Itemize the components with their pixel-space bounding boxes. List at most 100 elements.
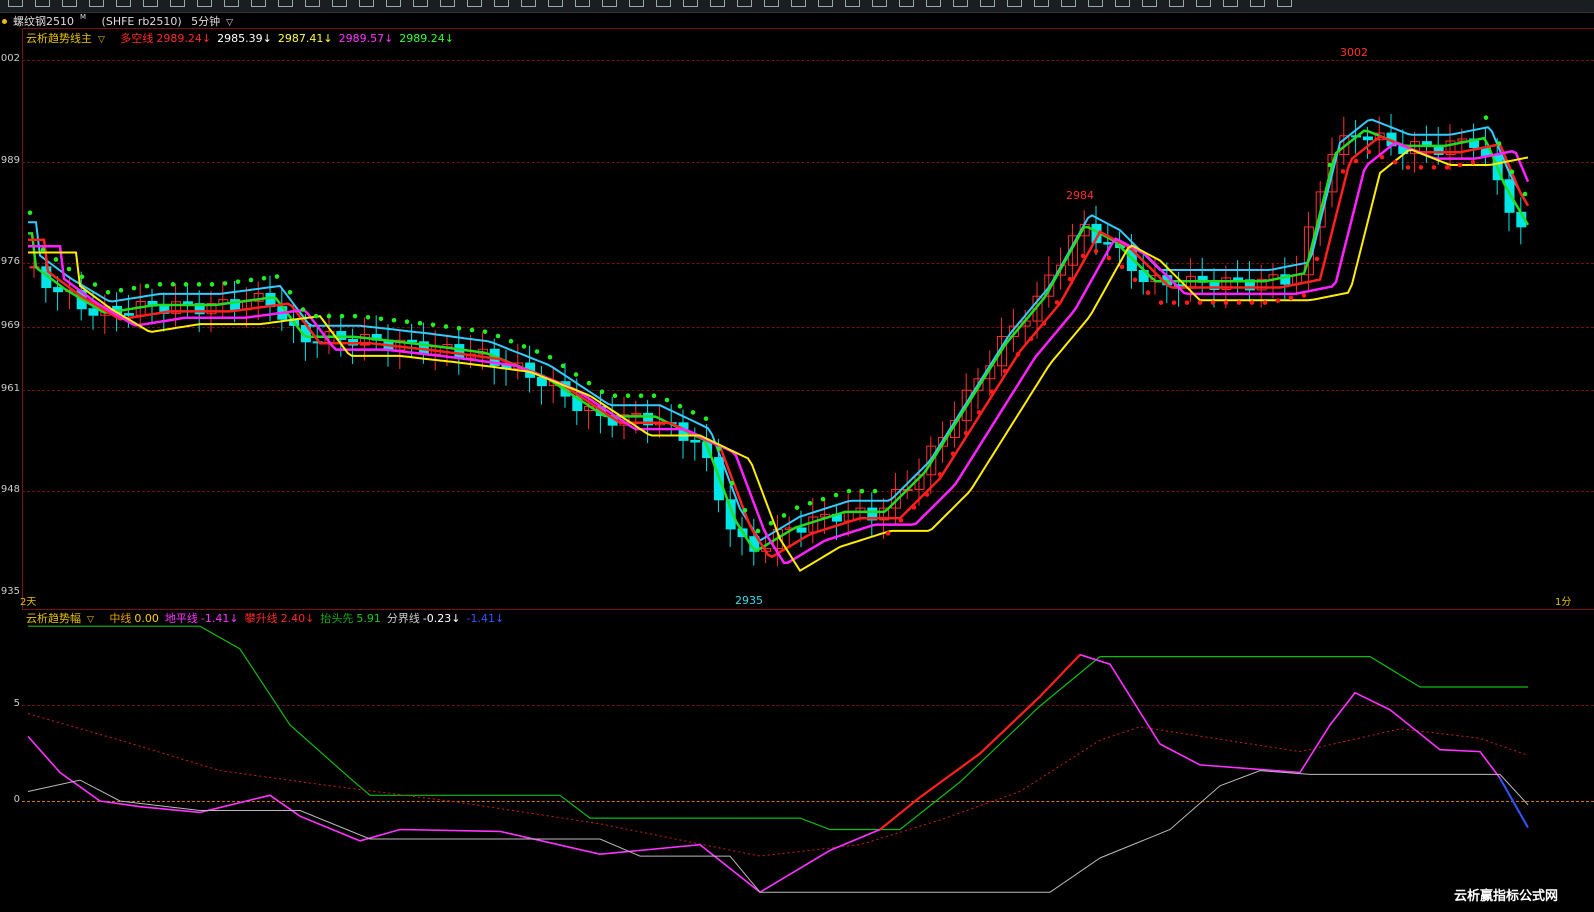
trend-dot bbox=[911, 505, 917, 510]
candle-body bbox=[1504, 179, 1515, 213]
trend-dot bbox=[157, 282, 163, 287]
trend-dot bbox=[1522, 191, 1528, 197]
trend-dot bbox=[404, 319, 410, 325]
trend-dot bbox=[963, 430, 969, 436]
trend-dot bbox=[1457, 162, 1463, 168]
high-annotation: 3002 bbox=[1340, 46, 1368, 59]
trend-dot bbox=[1145, 290, 1151, 295]
trend-dot bbox=[742, 507, 748, 513]
trend-dot bbox=[105, 289, 111, 295]
trend-dot bbox=[92, 282, 98, 287]
trend-dot bbox=[1366, 149, 1372, 155]
trend-dot bbox=[248, 277, 254, 283]
trend-dot bbox=[872, 488, 878, 494]
trend-dot bbox=[1405, 165, 1411, 170]
candle-body bbox=[336, 331, 347, 340]
ma-line-magenta bbox=[28, 141, 1530, 565]
watermark: 云析赢指标公式网 bbox=[1453, 889, 1558, 904]
trend-dot bbox=[170, 282, 176, 287]
trend-dot bbox=[469, 327, 475, 333]
trend-dot bbox=[1275, 298, 1281, 303]
trend-dot bbox=[430, 322, 436, 328]
low-annotation: 2935 bbox=[735, 594, 763, 607]
candle-body bbox=[796, 527, 807, 533]
trend-dot bbox=[1197, 300, 1203, 305]
trend-dot bbox=[1327, 162, 1333, 168]
trend-dot bbox=[1028, 336, 1034, 342]
trend-dot bbox=[1249, 300, 1255, 305]
trend-dot bbox=[846, 488, 852, 494]
trend-dot bbox=[1015, 352, 1021, 357]
x-label-left: 2天 bbox=[20, 597, 37, 608]
trend-dot bbox=[1106, 255, 1112, 261]
trend-dot bbox=[417, 320, 423, 326]
sub-line-blue bbox=[1499, 777, 1529, 829]
trend-dot bbox=[807, 500, 813, 506]
ma-line-yellow bbox=[28, 148, 1529, 573]
trend-dot bbox=[937, 472, 943, 477]
trend-dot bbox=[300, 307, 306, 312]
trend-dot bbox=[53, 257, 59, 262]
trend-dot bbox=[1067, 276, 1073, 282]
trend-dot bbox=[1379, 154, 1385, 160]
candle-body bbox=[454, 344, 465, 359]
kline-chart[interactable] bbox=[0, 0, 1594, 912]
trend-dot bbox=[1002, 368, 1008, 374]
trend-dot bbox=[1223, 300, 1229, 305]
trend-dot bbox=[898, 518, 904, 523]
candle-body bbox=[123, 313, 134, 316]
trend-dot bbox=[768, 520, 774, 526]
trend-dot bbox=[1236, 300, 1242, 305]
trend-dot bbox=[196, 282, 202, 287]
trend-dot bbox=[209, 282, 215, 287]
trend-dot bbox=[690, 410, 696, 415]
trend-dot bbox=[378, 316, 384, 322]
trend-dot bbox=[781, 513, 787, 518]
trend-dot bbox=[1054, 300, 1060, 305]
trend-dot bbox=[521, 344, 527, 349]
sub-line-red bbox=[879, 653, 1081, 831]
trend-dot bbox=[664, 397, 670, 403]
trend-dot bbox=[976, 410, 982, 415]
trend-dot bbox=[495, 333, 501, 339]
trend-dot bbox=[144, 283, 150, 289]
trend-dot bbox=[599, 389, 605, 395]
candle-body bbox=[53, 287, 64, 293]
trend-dot bbox=[456, 325, 462, 331]
trend-dot bbox=[1483, 115, 1489, 120]
trend-dot bbox=[183, 282, 189, 287]
x-label-right: 1分 bbox=[1555, 597, 1572, 608]
trend-dot bbox=[1041, 321, 1047, 326]
trend-dot bbox=[261, 275, 267, 281]
trend-dot bbox=[313, 313, 319, 319]
trend-dot bbox=[573, 372, 579, 377]
trend-dot bbox=[1158, 300, 1164, 305]
trend-dot bbox=[1314, 256, 1320, 262]
trend-dot bbox=[612, 393, 618, 399]
trend-dot bbox=[534, 349, 540, 354]
trend-dot bbox=[1509, 169, 1515, 175]
trend-dot bbox=[794, 505, 800, 510]
trend-dot bbox=[1080, 253, 1086, 259]
trend-dot bbox=[950, 451, 956, 457]
trend-dot bbox=[1418, 165, 1424, 170]
trend-dot bbox=[118, 287, 124, 293]
trend-dot bbox=[820, 496, 826, 502]
ma-line-red bbox=[28, 134, 1530, 559]
trend-dot bbox=[1132, 277, 1138, 283]
trend-dot bbox=[1431, 165, 1437, 170]
trend-dot bbox=[27, 210, 33, 216]
trend-dot bbox=[586, 380, 592, 386]
trend-dot bbox=[703, 416, 709, 421]
trend-dot bbox=[924, 492, 930, 497]
trend-dot bbox=[1496, 141, 1502, 146]
trend-dot bbox=[1353, 158, 1359, 164]
trend-dot bbox=[131, 285, 137, 291]
trend-dot bbox=[1392, 159, 1398, 165]
trend-dot bbox=[755, 528, 761, 534]
trend-dot bbox=[326, 313, 332, 319]
ma-line-cyan bbox=[28, 118, 1529, 542]
trend-dot bbox=[1119, 264, 1125, 270]
trend-dot bbox=[885, 531, 891, 536]
candle-body bbox=[1233, 277, 1244, 281]
